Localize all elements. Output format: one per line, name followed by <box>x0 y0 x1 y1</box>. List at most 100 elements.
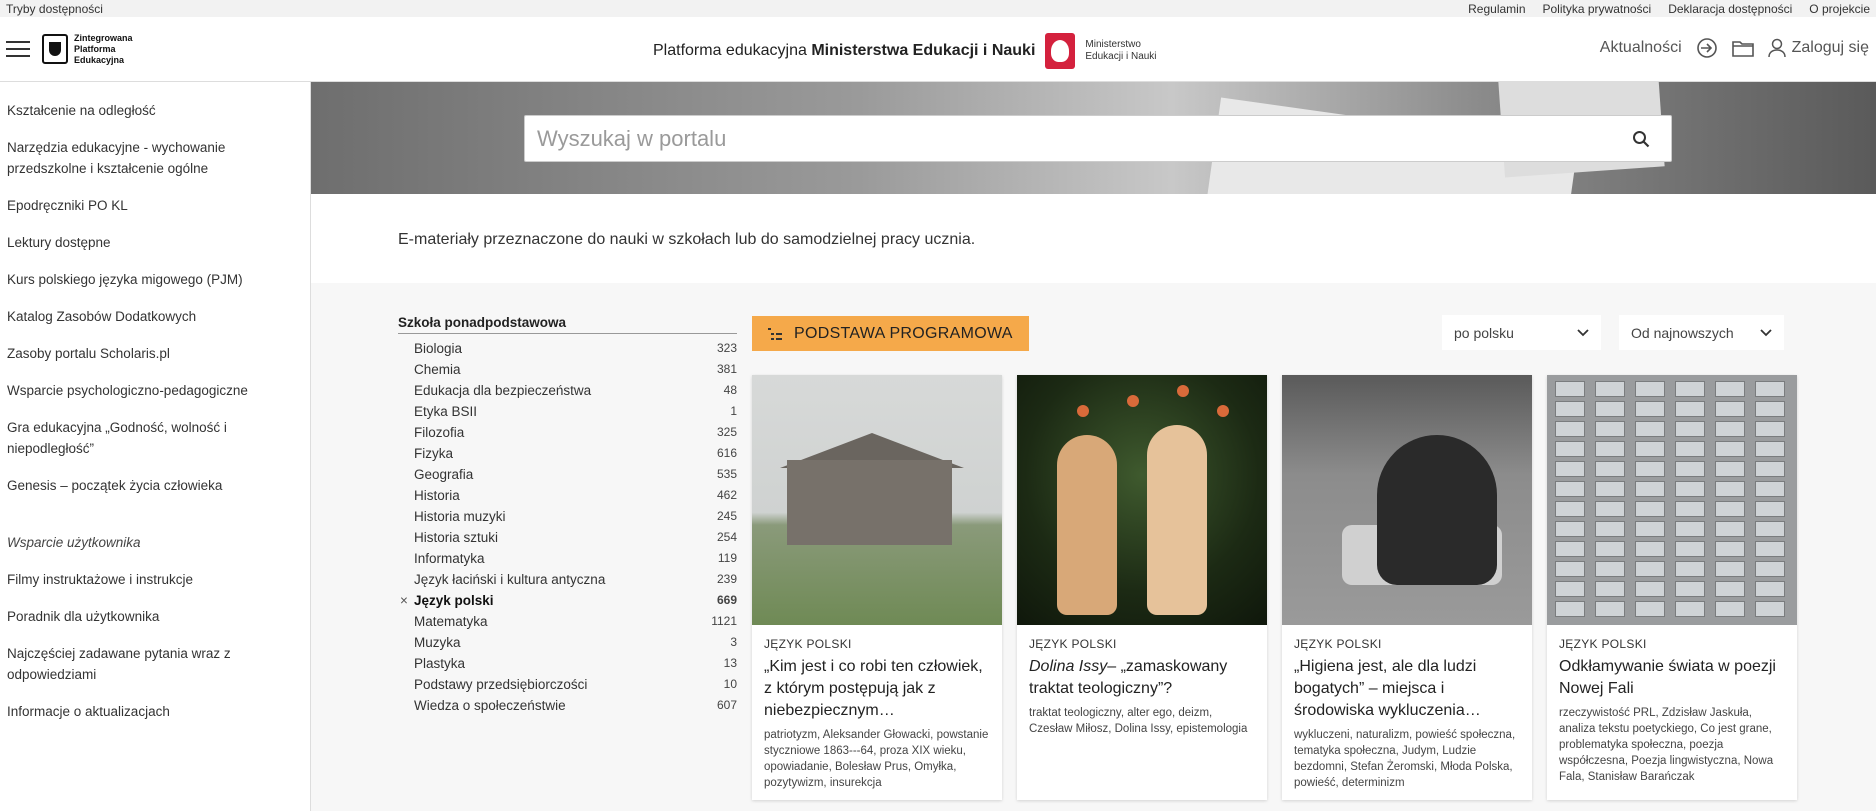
filter-item[interactable]: Fizyka 616 <box>398 443 737 464</box>
filter-item[interactable]: Filozofia 325 <box>398 422 737 443</box>
filter-item-count: 381 <box>716 362 737 376</box>
sidebar-item-game[interactable]: Gra edukacyjna „Godność, wolność i niepo… <box>0 417 310 459</box>
card-title: Dolina Issy– „zamaskowany traktat teolog… <box>1029 658 1228 697</box>
sidebar-item-faq[interactable]: Najczęściej zadawane pytania wraz z odpo… <box>0 643 310 685</box>
portal-title: Platforma edukacyjna Ministerstwa Edukac… <box>653 33 1157 69</box>
sidebar-item-scholaris[interactable]: Zasoby portalu Scholaris.pl <box>0 343 310 364</box>
card-category: JĘZYK POLSKI <box>1294 637 1382 651</box>
filter-item[interactable]: Geografia 535 <box>398 464 737 485</box>
sidebar-item-pjm-course[interactable]: Kurs polskiego języka migowego (PJM) <box>0 269 310 290</box>
filter-item-label: Edukacja dla bezpieczeństwa <box>414 383 592 398</box>
sidebar-item-psych-support[interactable]: Wsparcie psychologiczno-pedagogiczne <box>0 380 310 401</box>
sidebar-nav: Kształcenie na odległość Narzędzia eduka… <box>0 82 311 811</box>
header-actions: Aktualności Zaloguj się <box>1600 37 1869 59</box>
terms-link[interactable]: Regulamin <box>1468 2 1525 16</box>
core-curriculum-button[interactable]: PODSTAWA PROGRAMOWA <box>752 316 1029 351</box>
accessibility-declaration-link[interactable]: Deklaracja dostępności <box>1668 2 1792 16</box>
card-tags: patriotyzm, Aleksander Głowacki, powstan… <box>764 729 989 789</box>
card-tags: traktat teologiczny, alter ego, deizm, C… <box>1029 707 1248 735</box>
title-bold: Ministerstwa Edukacji i Nauki <box>811 42 1036 59</box>
subject-filter: Szkoła ponadpodstawowa Biologia 323 Chemia… <box>398 315 737 716</box>
search-icon[interactable] <box>1611 130 1671 148</box>
filter-item[interactable]: Informatyka 119 <box>398 548 737 569</box>
accessibility-link[interactable]: Tryby dostępności <box>6 2 103 16</box>
filter-item[interactable]: Edukacja dla bezpieczeństwa 48 <box>398 380 737 401</box>
sidebar-item-lektury[interactable]: Lektury dostępne <box>0 232 310 253</box>
filter-item-label: Język łaciński i kultura antyczna <box>414 572 606 587</box>
card-tags: rzeczywistość PRL, Zdzisław Jaskuła, ana… <box>1559 707 1774 783</box>
filter-item[interactable]: Wiedza o społeczeństwie 607 <box>398 695 737 716</box>
filter-item[interactable]: Historia muzyki 245 <box>398 506 737 527</box>
filter-item[interactable]: Matematyka 1121 <box>398 611 737 632</box>
card-category: JĘZYK POLSKI <box>1029 637 1117 651</box>
materials-section: Szkoła ponadpodstawowa Biologia 323 Chemia… <box>311 283 1876 811</box>
core-curriculum-label: PODSTAWA PROGRAMOWA <box>794 324 1013 342</box>
filter-item[interactable]: Etyka BSII 1 <box>398 401 737 422</box>
filter-item[interactable]: Język łaciński i kultura antyczna 239 <box>398 569 737 590</box>
card-tags: wykluczeni, naturalizm, powieść społeczn… <box>1294 729 1516 789</box>
filter-item-label: Wiedza o społeczeństwie <box>414 698 566 713</box>
filter-item[interactable]: Biologia 323 <box>398 338 737 359</box>
search-input[interactable] <box>525 125 1611 152</box>
sidebar-item-updates[interactable]: Informacje o aktualizacjach <box>0 701 310 722</box>
filter-item-label: Plastyka <box>414 656 466 671</box>
filter-item-label: Etyka BSII <box>414 404 478 419</box>
sidebar-item-remote-learning[interactable]: Kształcenie na odległość <box>0 100 310 121</box>
filter-heading: Szkoła ponadpodstawowa <box>398 315 737 334</box>
filter-item-count: 13 <box>723 656 737 670</box>
user-icon <box>1767 38 1786 58</box>
folder-icon[interactable] <box>1731 37 1754 59</box>
news-link[interactable]: Aktualności <box>1600 39 1682 57</box>
filter-item-count: 535 <box>716 467 737 481</box>
filter-item-label: Biologia <box>414 341 463 356</box>
card-category: JĘZYK POLSKI <box>764 637 852 651</box>
login-label: Zaloguj się <box>1791 39 1869 56</box>
filter-item-count: 48 <box>723 383 737 397</box>
material-card[interactable]: JĘZYK POLSKI „Kim jest i co robi ten czł… <box>752 375 1002 800</box>
material-cards: JĘZYK POLSKI „Kim jest i co robi ten czł… <box>752 375 1797 800</box>
filter-item-count: 119 <box>717 551 737 565</box>
filter-item[interactable]: Podstawy przedsiębiorczości 10 <box>398 674 737 695</box>
filter-item-count: 607 <box>716 698 737 712</box>
filter-item-count: 462 <box>716 488 737 502</box>
filter-item-label: Historia muzyki <box>414 509 506 524</box>
sidebar-item-educational-tools[interactable]: Narzędzia edukacyjne - wychowanie przeds… <box>0 137 310 179</box>
sidebar-item-videos[interactable]: Filmy instruktażowe i instrukcje <box>0 569 310 590</box>
filter-item-count: 245 <box>716 509 737 523</box>
sidebar-item-epodreczniki[interactable]: Epodręczniki PO KL <box>0 195 310 216</box>
zpe-logo-text: Zintegrowana Platforma Edukacyjna <box>74 32 133 65</box>
language-select[interactable]: po polsku <box>1442 315 1601 350</box>
sidebar-item-guide[interactable]: Poradnik dla użytkownika <box>0 606 310 627</box>
card-image-barn <box>752 375 1002 625</box>
chevron-down-icon <box>1760 328 1772 336</box>
filter-item[interactable]: Historia 462 <box>398 485 737 506</box>
about-link[interactable]: O projekcie <box>1809 2 1870 16</box>
login-button[interactable]: Zaloguj się <box>1767 38 1869 58</box>
sidebar-item-genesis[interactable]: Genesis – początek życia człowieka <box>0 475 310 496</box>
card-image-street-person <box>1282 375 1532 625</box>
filter-item-count: 669 <box>716 593 737 607</box>
material-card[interactable]: JĘZYK POLSKI Odkłamywanie świata w poezj… <box>1547 375 1797 800</box>
filter-item[interactable]: Plastyka 13 <box>398 653 737 674</box>
zpe-logo[interactable]: Zintegrowana Platforma Edukacyjna <box>42 33 133 66</box>
filter-item-label: Chemia <box>414 362 461 377</box>
filter-item[interactable]: Chemia 381 <box>398 359 737 380</box>
filter-item-count: 239 <box>716 572 737 586</box>
filter-item-label: Historia <box>414 488 460 503</box>
utility-links: Regulamin Polityka prywatności Deklaracj… <box>1468 2 1870 16</box>
sidebar-item-catalog[interactable]: Katalog Zasobów Dodatkowych <box>0 306 310 327</box>
filter-item[interactable]: Muzyka 3 <box>398 632 737 653</box>
material-card[interactable]: JĘZYK POLSKI „Higiena jest, ale dla ludz… <box>1282 375 1532 800</box>
filter-item-count: 1 <box>730 404 737 418</box>
sort-select[interactable]: Od najnowszych <box>1619 315 1784 350</box>
material-card[interactable]: JĘZYK POLSKI Dolina Issy– „zamaskowany t… <box>1017 375 1267 800</box>
chevron-down-icon <box>1577 328 1589 336</box>
language-select-value: po polsku <box>1454 324 1514 341</box>
privacy-link[interactable]: Polityka prywatności <box>1543 2 1652 16</box>
site-header: Zintegrowana Platforma Edukacyjna Platfo… <box>0 17 1876 82</box>
sign-in-arrow-icon[interactable] <box>1696 37 1718 59</box>
filter-item[interactable]: Język polski 669 <box>398 590 737 611</box>
menu-icon[interactable] <box>6 41 30 57</box>
zpe-shield-icon <box>42 34 68 64</box>
filter-item[interactable]: Historia sztuki 254 <box>398 527 737 548</box>
